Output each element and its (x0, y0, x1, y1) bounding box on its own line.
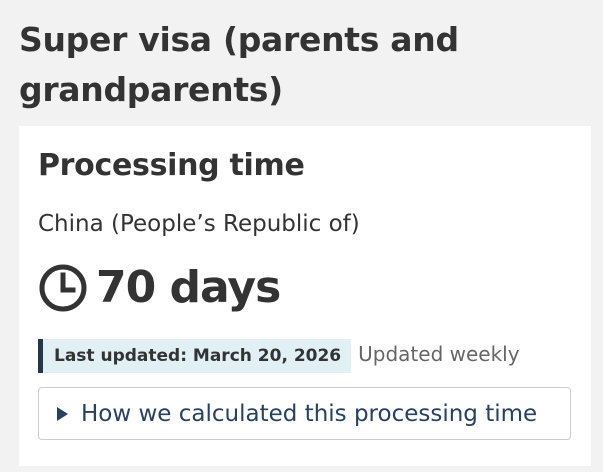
page-title: Super visa (parents and grandparents) (19, 20, 459, 109)
clock-icon (38, 263, 88, 313)
how-calculated-details-toggle[interactable]: How we calculated this processing time (38, 387, 571, 440)
update-info-row: Last updated: March 20, 2026 Updated wee… (38, 339, 520, 373)
processing-time-value: 70 days (96, 262, 281, 313)
triangle-right-icon (57, 406, 68, 421)
processing-time-card: Processing time China (People’s Republic… (19, 126, 591, 466)
processing-time-row: 70 days (38, 258, 281, 318)
processing-time-title: Processing time (38, 148, 305, 183)
how-calculated-label: How we calculated this processing time (81, 400, 538, 427)
country-name: China (People’s Republic of) (38, 211, 360, 237)
update-frequency-text: Updated weekly (358, 342, 520, 366)
last-updated-badge: Last updated: March 20, 2026 (38, 339, 352, 373)
